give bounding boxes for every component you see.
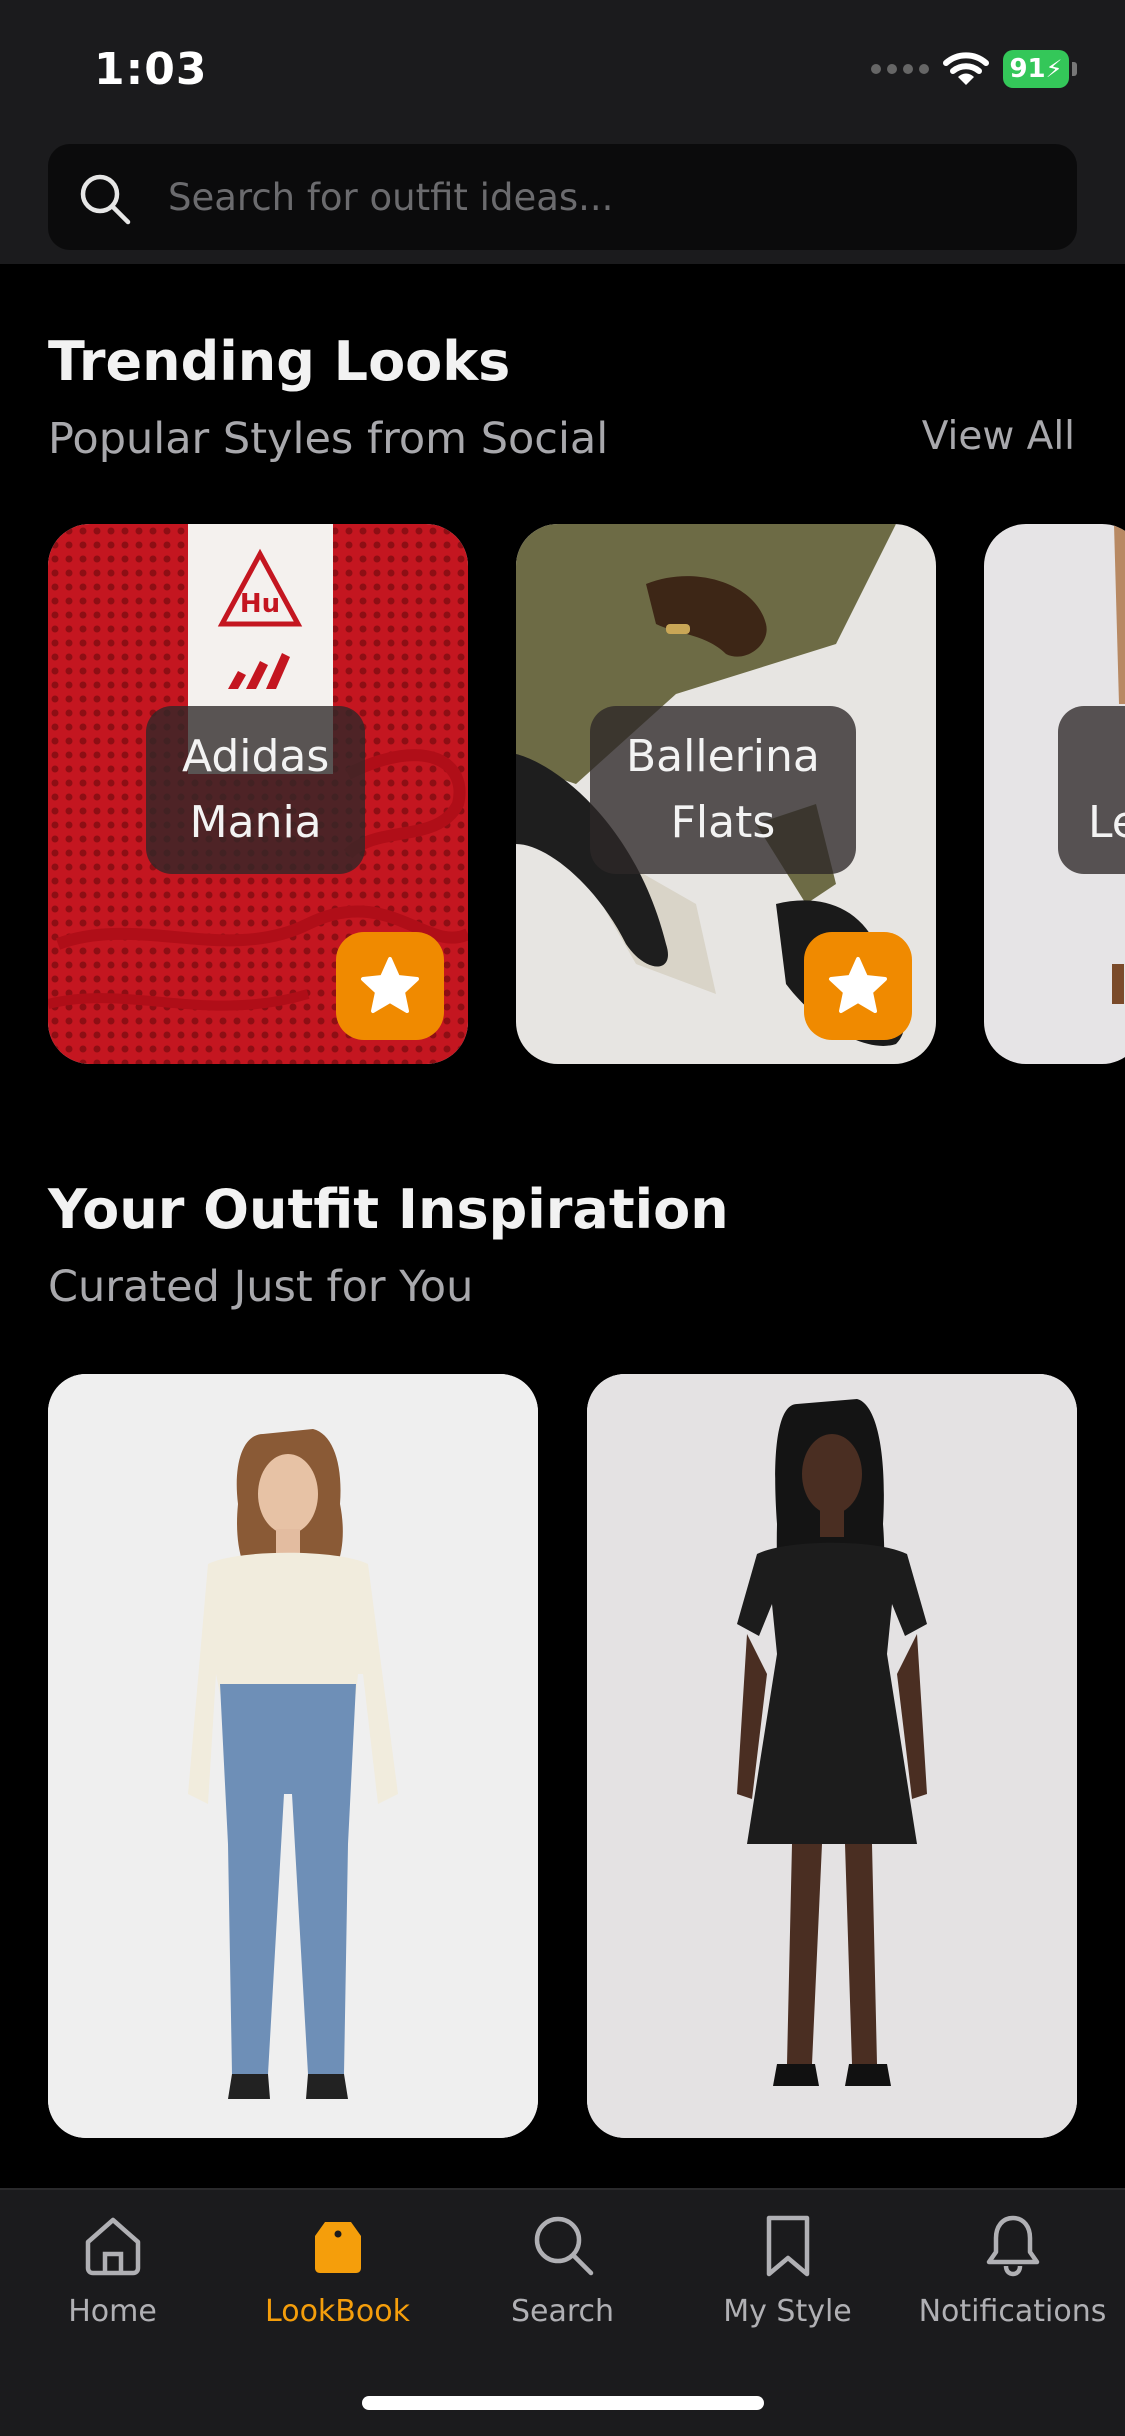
home-indicator[interactable] (362, 2396, 764, 2410)
status-icons: 91 ⚡ (871, 50, 1077, 88)
trending-title: Trending Looks (48, 330, 511, 393)
favorite-button[interactable] (804, 932, 912, 1040)
battery-icon: 91 ⚡ (1003, 50, 1077, 88)
tab-notifications[interactable]: Notifications (900, 2210, 1125, 2329)
tab-home[interactable]: Home (0, 2210, 225, 2329)
view-all-link[interactable]: View All (922, 414, 1075, 459)
star-icon (361, 957, 419, 1013)
inspiration-title: Your Outfit Inspiration (48, 1178, 729, 1241)
trending-card-partial[interactable]: Le (984, 524, 1125, 1064)
battery-level: 91 (1009, 54, 1046, 84)
trending-card-label: Ballerina Flats (590, 706, 856, 874)
favorite-button[interactable] (336, 932, 444, 1040)
bookmark-icon (766, 2215, 809, 2277)
tab-my-style[interactable]: My Style (675, 2210, 900, 2329)
cellular-signal-icon (871, 64, 929, 74)
trending-subtitle: Popular Styles from Social (48, 414, 609, 464)
inspiration-card-jeans-sweater[interactable] (48, 1374, 538, 2138)
status-time: 1:03 (94, 44, 208, 95)
model-jeans-photo (48, 1374, 538, 2138)
search-input[interactable] (168, 144, 1048, 250)
tab-search[interactable]: Search (450, 2210, 675, 2329)
search-icon (534, 2216, 593, 2276)
trending-card-adidas-mania[interactable]: Hu Adidas Mania (48, 524, 468, 1064)
search-icon (80, 174, 131, 225)
header: 1:03 91 ⚡ (0, 0, 1125, 264)
trending-card-label: Le (1058, 706, 1125, 874)
tag-icon (314, 2222, 361, 2273)
inspiration-card-black-dress[interactable] (587, 1374, 1077, 2138)
trending-card-ballerina-flats[interactable]: Ballerina Flats (516, 524, 936, 1064)
trending-card-label: Adidas Mania (146, 706, 366, 874)
home-icon (85, 2217, 140, 2276)
inspiration-subtitle: Curated Just for You (48, 1262, 474, 1312)
search-bar[interactable] (48, 144, 1077, 250)
star-icon (829, 957, 887, 1013)
model-dress-photo (587, 1374, 1077, 2138)
wifi-icon (943, 52, 989, 85)
bell-icon (986, 2215, 1039, 2277)
svg-text:Hu: Hu (240, 589, 280, 619)
tab-lookbook[interactable]: LookBook (225, 2210, 450, 2329)
